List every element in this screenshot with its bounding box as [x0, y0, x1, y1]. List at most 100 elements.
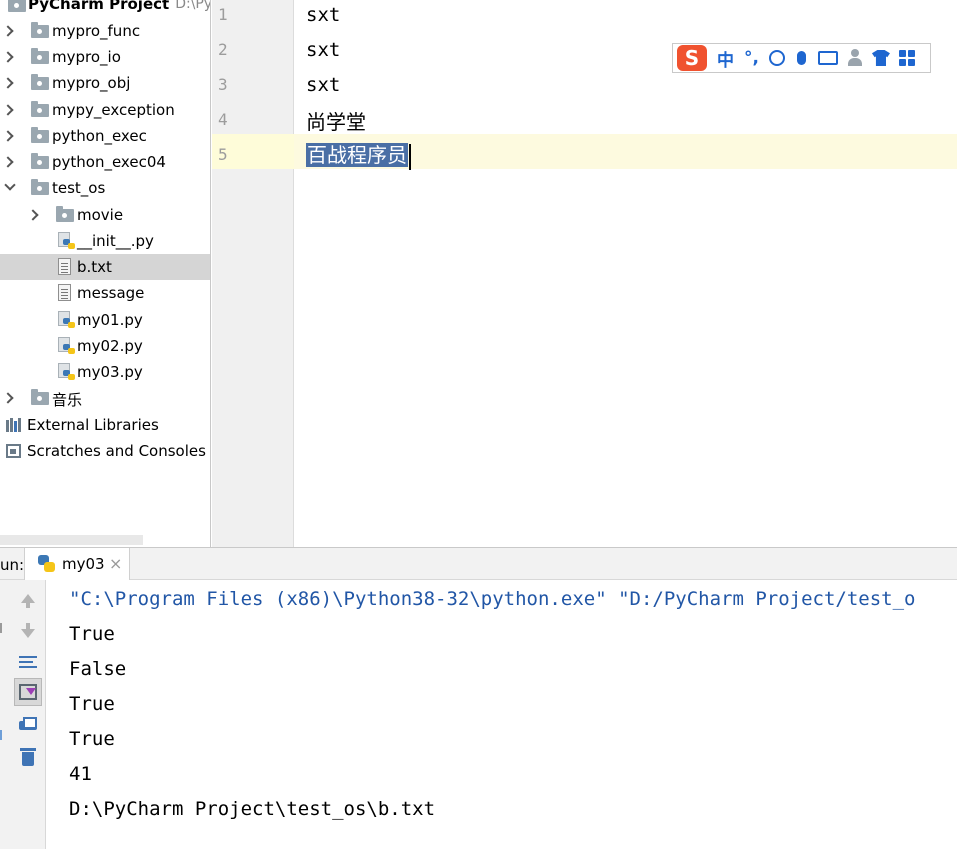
- print-icon: [19, 717, 37, 733]
- tree-item-label: my02.py: [77, 337, 143, 355]
- run-label: un:: [0, 556, 25, 574]
- folder-icon: [31, 101, 49, 117]
- python-file-icon: [58, 363, 76, 381]
- folder-icon: [31, 127, 49, 143]
- console-output-line: 41: [69, 763, 92, 785]
- project-root-row[interactable]: PyCharm Project D:\PyCh: [0, 0, 211, 15]
- run-toolbar: [0, 580, 46, 849]
- run-tab-my03[interactable]: my03 ×: [24, 548, 130, 580]
- python-file-icon: [58, 337, 76, 355]
- toolbar-edge-mark: [0, 730, 2, 740]
- tree-item-label: __init__.py: [77, 232, 154, 250]
- tree-item-external-libraries[interactable]: External Libraries: [0, 412, 211, 438]
- chevron-right-icon[interactable]: [2, 392, 14, 404]
- code-line-1[interactable]: sxt: [306, 4, 340, 26]
- selected-text[interactable]: 百战程序员: [306, 143, 408, 167]
- text-file-icon: [58, 258, 71, 275]
- tree-item-label: mypro_obj: [52, 74, 131, 92]
- project-root-path: D:\PyCh: [175, 0, 211, 12]
- grid-icon[interactable]: [898, 50, 915, 66]
- chevron-right-icon[interactable]: [27, 209, 39, 221]
- folder-icon: [56, 206, 74, 222]
- chevron-right-icon[interactable]: [2, 104, 14, 116]
- scroll-to-end-button[interactable]: [14, 678, 42, 706]
- tree-item-python-exec[interactable]: python_exec: [0, 123, 211, 149]
- tree-item-label: my01.py: [77, 311, 143, 329]
- text-file-icon: [58, 284, 71, 301]
- tree-item-label: mypro_io: [52, 48, 121, 66]
- trash-icon: [20, 748, 36, 766]
- clear-all-button[interactable]: [14, 743, 42, 771]
- library-icon: [6, 418, 24, 432]
- folder-icon: [31, 48, 49, 64]
- editor-gutter[interactable]: 1 2 3 4 5: [212, 0, 294, 547]
- panel-divider[interactable]: [210, 0, 211, 547]
- project-tool-window: PyCharm Project D:\PyCh mypro_func mypro…: [0, 0, 211, 547]
- smile-icon[interactable]: [768, 50, 785, 66]
- chevron-down-icon[interactable]: [4, 179, 16, 191]
- tree-item-scratches[interactable]: Scratches and Consoles: [0, 438, 211, 464]
- ime-punctuation-toggle[interactable]: °,: [744, 48, 759, 68]
- tree-item-label: mypy_exception: [52, 101, 175, 119]
- chevron-right-icon[interactable]: [2, 130, 14, 142]
- chevron-right-icon[interactable]: [2, 25, 14, 37]
- sogou-logo-icon[interactable]: S: [677, 45, 707, 71]
- tree-item-python-exec04[interactable]: python_exec04: [0, 149, 211, 175]
- tree-item-label: b.txt: [77, 258, 112, 276]
- tree-item-b-txt[interactable]: b.txt: [0, 254, 211, 280]
- tree-item-my02-py[interactable]: my02.py: [0, 333, 211, 359]
- chevron-right-icon[interactable]: [2, 51, 14, 63]
- ime-toolbar[interactable]: S 中 °,: [672, 43, 931, 73]
- tree-item-mypy-exception[interactable]: mypy_exception: [0, 97, 211, 123]
- ime-language-toggle[interactable]: 中: [717, 46, 734, 71]
- tree-item-message[interactable]: message: [0, 280, 211, 306]
- code-line-2[interactable]: sxt: [306, 39, 340, 61]
- chevron-right-icon[interactable]: [2, 156, 14, 168]
- scroll-to-end-icon: [19, 684, 37, 700]
- console-output-line: False: [69, 658, 127, 680]
- tree-item-mypro-func[interactable]: mypro_func: [0, 18, 211, 44]
- tree-item-music[interactable]: 音乐: [0, 385, 211, 411]
- scroll-up-button[interactable]: [14, 584, 42, 612]
- console-output-line: D:\PyCharm Project\test_os\b.txt: [69, 798, 436, 820]
- person-icon[interactable]: [847, 49, 863, 67]
- text-caret: [409, 143, 411, 170]
- tree-item-mypro-io[interactable]: mypro_io: [0, 44, 211, 70]
- line-number: 5: [218, 145, 228, 164]
- soft-wrap-button[interactable]: [14, 648, 42, 676]
- tree-item-my01-py[interactable]: my01.py: [0, 307, 211, 333]
- keyboard-icon[interactable]: [817, 51, 838, 65]
- arrow-up-icon: [21, 593, 35, 608]
- folder-icon: [31, 179, 49, 195]
- scratch-console-icon: [6, 444, 21, 458]
- line-number: 4: [218, 110, 228, 129]
- run-console[interactable]: "C:\Program Files (x86)\Python38-32\pyth…: [47, 580, 957, 849]
- tree-item-label: test_os: [52, 179, 106, 197]
- tree-item-test-os[interactable]: test_os: [0, 175, 211, 201]
- chevron-right-icon[interactable]: [2, 77, 14, 89]
- scroll-down-button[interactable]: [14, 616, 42, 644]
- console-output-line: True: [69, 728, 115, 750]
- folder-icon: [31, 153, 49, 169]
- code-line-3[interactable]: sxt: [306, 74, 340, 96]
- tree-item-init-py[interactable]: __init__.py: [0, 228, 211, 254]
- console-command-line: "C:\Program Files (x86)\Python38-32\pyth…: [69, 588, 916, 610]
- project-root-name: PyCharm Project: [28, 0, 170, 13]
- python-icon: [38, 555, 56, 573]
- code-line-5[interactable]: 百战程序员: [306, 139, 411, 170]
- editor-area[interactable]: 1 2 3 4 5 sxt sxt sxt 尚学堂 百战程序员: [212, 0, 957, 547]
- tree-item-my03-py[interactable]: my03.py: [0, 359, 211, 385]
- run-tab-bar: un: my03 ×: [0, 547, 957, 580]
- python-file-icon: [58, 311, 76, 329]
- tree-item-movie[interactable]: movie: [0, 202, 211, 228]
- close-icon[interactable]: ×: [109, 554, 122, 573]
- tree-item-label: python_exec: [52, 127, 147, 145]
- print-button[interactable]: [14, 711, 42, 739]
- mic-icon[interactable]: [796, 51, 806, 65]
- project-horizontal-scrollbar[interactable]: [0, 535, 143, 545]
- shirt-icon[interactable]: [871, 50, 890, 66]
- code-line-4[interactable]: 尚学堂: [306, 106, 366, 135]
- tree-item-label: mypro_func: [52, 22, 141, 40]
- tree-item-label: my03.py: [77, 363, 143, 381]
- tree-item-mypro-obj[interactable]: mypro_obj: [0, 70, 211, 96]
